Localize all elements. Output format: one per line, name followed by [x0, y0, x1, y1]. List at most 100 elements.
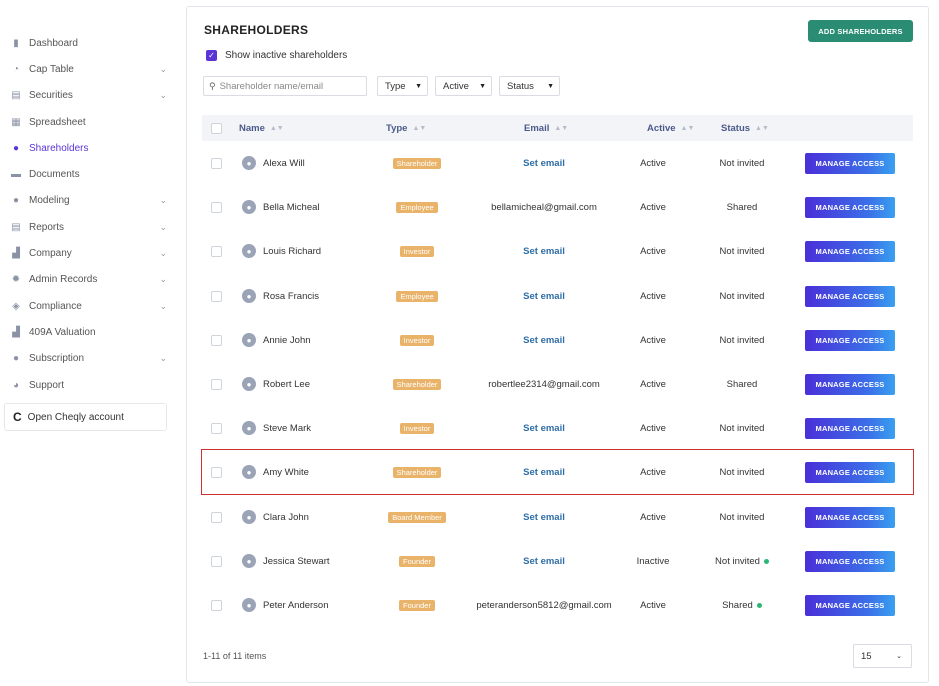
select-all-checkbox[interactable] — [211, 122, 222, 134]
active-filter-dropdown[interactable]: Active ▼ — [435, 76, 492, 96]
sidebar-item-label: Support — [29, 379, 65, 391]
add-shareholders-button[interactable]: ADD SHAREHOLDERS — [808, 20, 913, 42]
row-checkbox[interactable] — [211, 511, 222, 523]
invite-status: Not invited — [719, 245, 765, 257]
shareholder-name-cell: ● Alexa Will — [242, 156, 305, 170]
invite-status: Shared — [726, 378, 758, 390]
search-box[interactable]: ⚲ — [203, 76, 367, 96]
column-status[interactable]: Status ▲▼ — [721, 123, 769, 134]
sidebar-item-company[interactable]: ▟ Company ⌄ — [10, 244, 170, 262]
chevron-down-icon[interactable]: ⌄ — [159, 301, 167, 312]
row-checkbox[interactable] — [211, 290, 222, 302]
invite-status: Not invited — [719, 157, 765, 169]
active-status: Active — [640, 599, 666, 611]
manage-access-button[interactable]: MANAGE ACCESS — [805, 196, 895, 218]
sidebar-item-modeling[interactable]: ● Modeling ⌄ — [10, 191, 170, 209]
sidebar-item-documents[interactable]: ▬ Documents — [10, 165, 170, 183]
manage-access-button[interactable]: MANAGE ACCESS — [805, 550, 895, 572]
caret-down-icon: ▼ — [415, 82, 422, 90]
search-input[interactable] — [219, 80, 360, 92]
set-email-link[interactable]: Set email — [523, 556, 565, 567]
sidebar-item-reports[interactable]: ▤ Reports ⌄ — [10, 218, 170, 236]
row-checkbox[interactable] — [211, 201, 222, 213]
active-status: Active — [640, 290, 666, 302]
row-checkbox[interactable] — [211, 378, 222, 390]
email-cell: peteranderson5812@gmail.com — [468, 600, 620, 611]
row-checkbox[interactable] — [211, 599, 222, 611]
type-badge: Shareholder — [392, 466, 442, 478]
set-email-link[interactable]: Set email — [523, 246, 565, 257]
column-type[interactable]: Type ▲▼ — [386, 123, 426, 134]
sidebar-item-subscription[interactable]: ● Subscription ⌄ — [10, 349, 170, 367]
status-cell: Not invited — [699, 556, 785, 567]
sidebar-item-shareholders[interactable]: ● Shareholders — [10, 139, 170, 157]
page-size-select[interactable]: 15 ⌄ — [853, 644, 912, 668]
open-cheqly-account-button[interactable]: C Open Cheqly account — [4, 403, 167, 431]
active-status: Active — [640, 378, 666, 390]
table-row: ● Bella Micheal Employee bellamicheal@gmail… — [202, 185, 913, 229]
type-cell: Investor — [362, 334, 472, 346]
show-inactive-toggle[interactable]: ✓ Show inactive shareholders — [206, 50, 347, 61]
sidebar-item-support[interactable]: ◕ Support — [10, 376, 170, 394]
row-checkbox[interactable] — [211, 157, 222, 169]
sidebar-item-spreadsheet[interactable]: ▦ Spreadsheet — [10, 113, 170, 131]
sidebar-item-cap-table[interactable]: ◔ Cap Table ⌄ — [10, 60, 170, 78]
sidebar-item-dashboard[interactable]: ▮ Dashboard — [10, 34, 170, 52]
chevron-down-icon[interactable]: ⌄ — [159, 274, 167, 285]
manage-access-button[interactable]: MANAGE ACCESS — [805, 329, 895, 351]
shareholder-name-cell: ● Annie John — [242, 333, 311, 347]
column-email[interactable]: Email ▲▼ — [524, 123, 568, 134]
column-active[interactable]: Active ▲▼ — [647, 123, 694, 134]
sidebar-item-409a-valuation[interactable]: ▟ 409A Valuation — [10, 323, 170, 341]
row-checkbox[interactable] — [211, 422, 222, 434]
row-checkbox[interactable] — [211, 245, 222, 257]
set-email-link[interactable]: Set email — [523, 423, 565, 434]
sidebar-item-label: Subscription — [29, 352, 85, 364]
type-filter-dropdown[interactable]: Type ▼ — [377, 76, 428, 96]
active-cell: Inactive — [628, 556, 678, 567]
shareholder-name: Jessica Stewart — [263, 555, 330, 567]
manage-access-button[interactable]: MANAGE ACCESS — [805, 506, 895, 528]
manage-access-button[interactable]: MANAGE ACCESS — [805, 461, 895, 483]
checkbox-checked-icon[interactable]: ✓ — [206, 50, 217, 61]
table-header: Name ▲▼ Type ▲▼ Email ▲▼ Active ▲▼ Status ▲▼ — [202, 115, 913, 141]
chevron-down-icon[interactable]: ⌄ — [159, 64, 167, 75]
manage-access-button[interactable]: MANAGE ACCESS — [805, 285, 895, 307]
status-cell: Not invited — [699, 246, 785, 257]
active-cell: Active — [628, 512, 678, 523]
row-checkbox[interactable] — [211, 466, 222, 478]
set-email-link[interactable]: Set email — [523, 467, 565, 478]
chevron-down-icon[interactable]: ⌄ — [159, 353, 167, 364]
manage-access-button[interactable]: MANAGE ACCESS — [805, 594, 895, 616]
sidebar-item-admin-records[interactable]: ✹ Admin Records ⌄ — [10, 270, 170, 288]
type-cell: Employee — [362, 290, 472, 302]
sidebar-item-compliance[interactable]: ◈ Compliance ⌄ — [10, 297, 170, 315]
invite-status: Not invited — [719, 466, 765, 478]
row-checkbox[interactable] — [211, 334, 222, 346]
manage-access-button[interactable]: MANAGE ACCESS — [805, 152, 895, 174]
chevron-down-icon[interactable]: ⌄ — [159, 90, 167, 101]
column-name[interactable]: Name ▲▼ — [239, 123, 284, 134]
manage-access-button[interactable]: MANAGE ACCESS — [805, 373, 895, 395]
table-row: ● Peter Anderson Founder peteranderson5812@… — [202, 583, 913, 627]
status-filter-dropdown[interactable]: Status ▼ — [499, 76, 560, 96]
row-checkbox[interactable] — [211, 555, 222, 567]
set-email-link[interactable]: Set email — [523, 512, 565, 523]
chevron-down-icon[interactable]: ⌄ — [159, 195, 167, 206]
chevron-down-icon[interactable]: ⌄ — [159, 222, 167, 233]
email-cell: Set email — [468, 335, 620, 346]
status-cell: Shared — [699, 379, 785, 390]
set-email-link[interactable]: Set email — [523, 291, 565, 302]
email-text: peteranderson5812@gmail.com — [476, 599, 612, 611]
shareholder-name: Steve Mark — [263, 422, 312, 434]
caret-down-icon: ▼ — [479, 82, 486, 90]
set-email-link[interactable]: Set email — [523, 158, 565, 169]
set-email-link[interactable]: Set email — [523, 335, 565, 346]
manage-access-button[interactable]: MANAGE ACCESS — [805, 417, 895, 439]
manage-access-cell: MANAGE ACCESS — [805, 373, 895, 395]
sidebar-item-securities[interactable]: ▤ Securities ⌄ — [10, 86, 170, 104]
invite-status: Shared — [722, 599, 753, 611]
chevron-down-icon[interactable]: ⌄ — [159, 248, 167, 259]
type-badge: Employee — [396, 290, 438, 302]
manage-access-button[interactable]: MANAGE ACCESS — [805, 240, 895, 262]
